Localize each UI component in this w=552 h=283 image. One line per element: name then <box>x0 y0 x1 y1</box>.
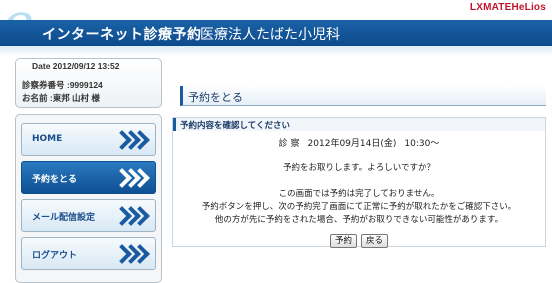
card-number: 診察券番号 :9999124 <box>22 80 103 90</box>
section-title: 予約をとる <box>180 86 546 106</box>
confirm-question: 予約をお取りします。よろしいですか？ <box>283 163 435 173</box>
nav-item-home[interactable]: HOME <box>21 123 156 156</box>
exam-time: 10:30～ <box>404 139 440 149</box>
panel-header: 予約内容を確認してください <box>173 118 545 131</box>
side-nav: HOME 予約をとる メール配信設定 ログアウト <box>15 114 162 283</box>
nav-item-label: HOME <box>32 134 63 144</box>
exam-date: 2012年09月14日(金) <box>307 139 397 149</box>
chevron-right-icon <box>115 207 145 225</box>
header-stripe <box>0 46 552 56</box>
reserve-button[interactable]: 予約 <box>329 234 357 248</box>
title-bar: インターネット診療予約 医療法人たばた小児科 <box>0 20 552 46</box>
brand-logo: LXMATEHeLios <box>469 2 546 13</box>
chevron-right-icon <box>115 131 145 149</box>
nav-item-label: 予約をとる <box>32 175 78 185</box>
nav-item-logout[interactable]: ログアウト <box>21 237 156 270</box>
notice-line: 他の方が先に予約をされた場合、予約がお取りできない可能性があります。 <box>214 215 504 225</box>
clinic-name: 医療法人たばた小児科 <box>200 27 340 43</box>
chevron-right-icon <box>115 169 145 187</box>
section-title-text: 予約をとる <box>188 91 243 104</box>
nav-item-mail-settings[interactable]: メール配信設定 <box>21 199 156 232</box>
nav-item-label: メール配信設定 <box>32 213 96 223</box>
current-date: Date 2012/09/12 13:52 <box>32 61 120 71</box>
panel-title: 予約内容を確認してください <box>180 121 290 131</box>
page-header: e LXMATEHeLios インターネット診療予約 医療法人たばた小児科 <box>0 0 552 58</box>
notice-line: この画面では予約は完了しておりません。 <box>278 189 440 199</box>
nav-item-label: ログアウト <box>32 251 78 261</box>
user-info-box: Date 2012/09/12 13:52 診察券番号 :9999124 お名前… <box>15 58 162 108</box>
notice-line: 予約ボタンを押し、次の予約完了画面にて正常に予約が取れたかをご確認下さい。 <box>201 202 517 212</box>
app-title: インターネット診療予約 <box>42 27 202 43</box>
chevron-right-icon <box>115 245 145 263</box>
nav-item-reserve[interactable]: 予約をとる <box>21 161 156 194</box>
patient-name: お名前 :東邦 山村 様 <box>22 93 100 103</box>
back-button[interactable]: 戻る <box>361 234 389 248</box>
appointment-summary: 診 察 2012年09月14日(金) 10:30～ <box>173 136 545 149</box>
button-row: 予約 戻る <box>173 228 545 248</box>
confirmation-panel: 予約内容を確認してください 診 察 2012年09月14日(金) 10:30～ 予約… <box>172 117 546 248</box>
exam-type: 診 察 <box>278 139 300 149</box>
